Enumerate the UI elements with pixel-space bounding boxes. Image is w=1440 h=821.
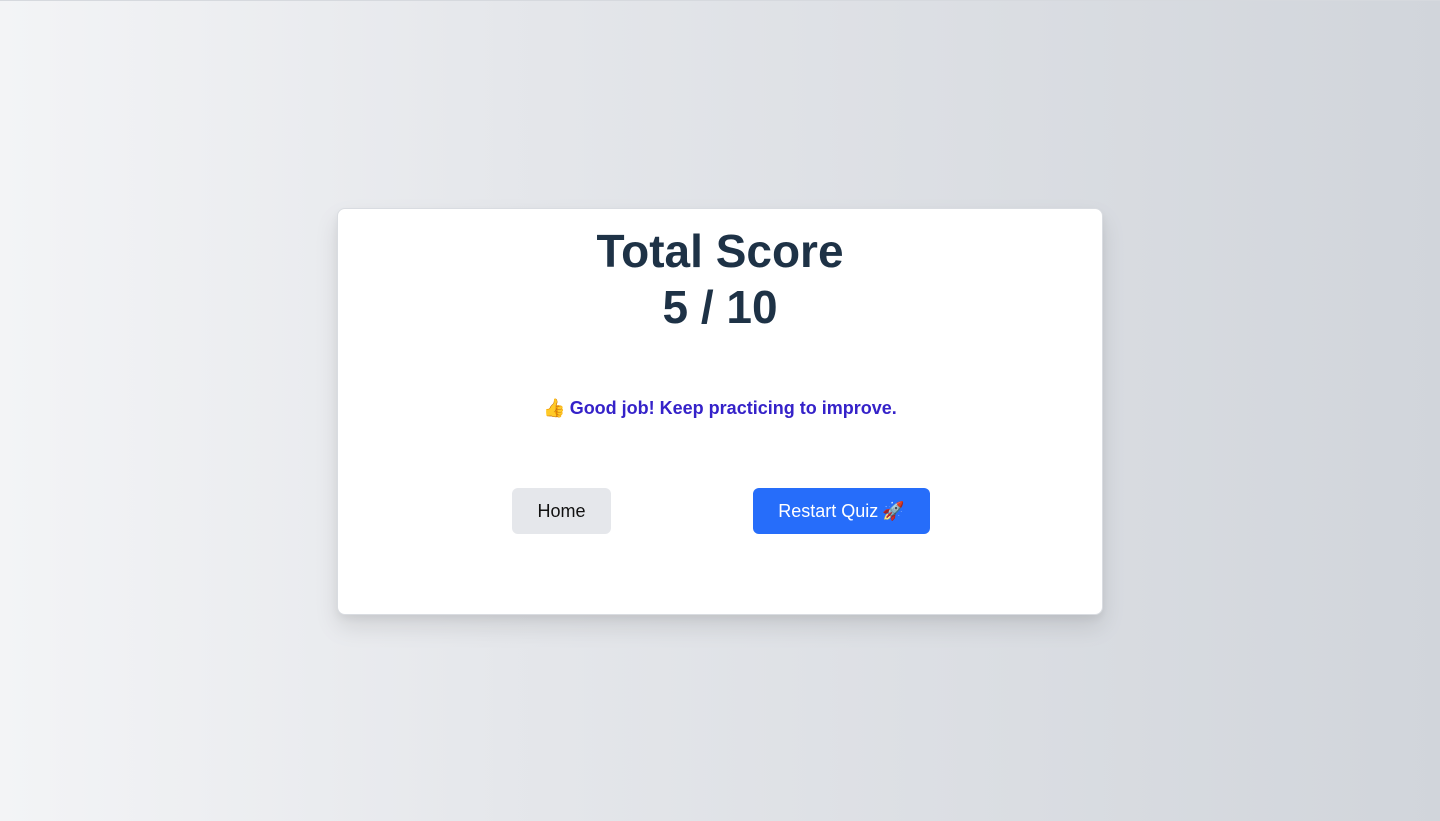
feedback-text: Good job! Keep practicing to improve. [569, 398, 897, 418]
restart-quiz-button[interactable]: Restart Quiz 🚀 [753, 488, 930, 534]
score-card: Total Score 5 / 10 👍 Good job! Keep pract… [337, 208, 1103, 615]
home-button-label: Home [537, 501, 586, 521]
restart-quiz-button-label: Restart Quiz [778, 501, 879, 521]
score-value: 5 / 10 [662, 281, 778, 333]
thumbs-up-icon: 👍 [543, 398, 566, 418]
rocket-icon: 🚀 [882, 501, 905, 521]
window-top-border [0, 0, 1440, 1]
feedback-message: 👍 Good job! Keep practicing to improve. [338, 395, 1102, 421]
home-button[interactable]: Home [512, 488, 611, 534]
score-title: Total Score [596, 225, 844, 277]
